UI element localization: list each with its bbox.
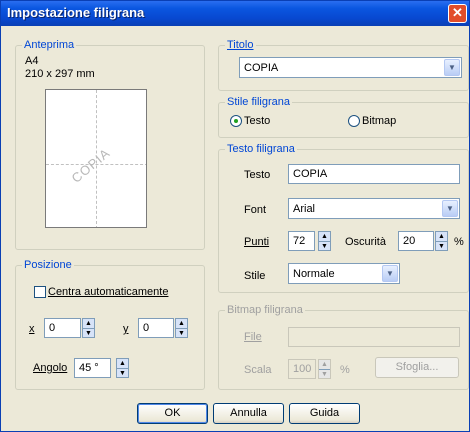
x-spinner[interactable]: ▲ ▼ xyxy=(82,318,95,338)
watermark-bitmap-group: Bitmap filigrana xyxy=(218,304,469,390)
x-input[interactable]: 0 xyxy=(44,318,81,338)
ok-button[interactable]: OK xyxy=(137,403,208,424)
scale-label: Scala xyxy=(244,364,272,376)
watermark-text-input[interactable]: COPIA xyxy=(288,164,460,184)
y-input[interactable]: 0 xyxy=(138,318,174,338)
chevron-down-icon[interactable]: ▼ xyxy=(382,265,398,282)
size-spinner[interactable]: ▲ ▼ xyxy=(318,231,331,251)
browse-button[interactable]: Sfoglia... xyxy=(375,357,459,378)
angle-input[interactable]: 45 ° xyxy=(74,358,111,378)
auto-center-label[interactable]: Centra automaticamente xyxy=(48,286,168,298)
bitmap-style-radio[interactable] xyxy=(348,115,360,127)
spin-down-icon: ▼ xyxy=(321,371,328,378)
watermark-text-legend: Testo filigrana xyxy=(225,143,297,155)
style-dropdown[interactable]: Normale ▼ xyxy=(288,263,400,284)
darkness-spinner[interactable]: ▲ ▼ xyxy=(435,231,448,251)
file-label: File xyxy=(244,331,262,343)
file-input[interactable] xyxy=(288,327,460,347)
size-input[interactable]: 72 xyxy=(288,231,315,251)
spin-up-icon: ▲ xyxy=(319,360,330,370)
spin-up-icon: ▲ xyxy=(176,319,187,329)
title-dropdown-value: COPIA xyxy=(244,62,279,74)
x-label: x xyxy=(29,323,35,335)
paper-size-label: A4 xyxy=(25,55,39,67)
cancel-button[interactable]: Annulla xyxy=(213,403,284,424)
spin-down-icon: ▼ xyxy=(85,330,92,337)
spin-up-icon: ▲ xyxy=(436,232,447,242)
title-dropdown[interactable]: COPIA ▼ xyxy=(239,57,462,78)
darkness-percent-label: % xyxy=(454,236,464,248)
style-dropdown-value: Normale xyxy=(293,268,335,280)
y-spinner[interactable]: ▲ ▼ xyxy=(175,318,188,338)
position-legend: Posizione xyxy=(22,259,74,271)
spin-down-icon: ▼ xyxy=(178,330,185,337)
watermark-settings-dialog: Impostazione filigrana ✕ Anteprima A4 21… xyxy=(0,0,470,432)
title-bar[interactable]: Impostazione filigrana ✕ xyxy=(1,1,469,26)
spin-down-icon: ▼ xyxy=(119,370,126,377)
auto-center-checkbox[interactable] xyxy=(34,286,46,298)
y-label: y xyxy=(123,323,129,335)
spin-up-icon: ▲ xyxy=(117,359,128,369)
darkness-label: Oscurità xyxy=(345,236,386,248)
close-icon: ✕ xyxy=(452,5,463,20)
scale-spinner[interactable]: ▲ ▼ xyxy=(318,359,331,379)
font-dropdown[interactable]: Arial ▼ xyxy=(288,198,460,219)
spin-up-icon: ▲ xyxy=(319,232,330,242)
paper-dimensions-label: 210 x 297 mm xyxy=(25,68,95,80)
scale-input[interactable]: 100 xyxy=(288,359,316,379)
text-style-label[interactable]: Testo xyxy=(244,115,270,127)
preview-watermark-text: COPIA xyxy=(68,145,113,186)
darkness-input[interactable]: 20 xyxy=(398,231,434,251)
angle-label: Angolo xyxy=(33,362,68,374)
watermark-bitmap-legend: Bitmap filigrana xyxy=(225,304,305,316)
spin-down-icon: ▼ xyxy=(438,243,445,250)
window-title: Impostazione filigrana xyxy=(7,5,145,20)
size-label: Punti xyxy=(244,236,270,248)
font-dropdown-value: Arial xyxy=(293,203,316,215)
page-preview: COPIA xyxy=(45,89,147,228)
angle-spinner[interactable]: ▲ ▼ xyxy=(116,358,129,378)
close-button[interactable]: ✕ xyxy=(448,4,467,23)
text-label: Testo xyxy=(244,169,271,181)
spin-down-icon: ▼ xyxy=(321,243,328,250)
font-label: Font xyxy=(244,204,267,216)
help-button[interactable]: Guida xyxy=(289,403,360,424)
title-legend: Titolo xyxy=(225,39,256,51)
text-style-radio[interactable] xyxy=(230,115,242,127)
spin-up-icon: ▲ xyxy=(83,319,94,329)
chevron-down-icon[interactable]: ▼ xyxy=(442,200,458,217)
bitmap-style-label[interactable]: Bitmap xyxy=(362,115,396,127)
style-label: Stile xyxy=(244,270,266,282)
chevron-down-icon[interactable]: ▼ xyxy=(444,59,460,76)
watermark-style-legend: Stile filigrana xyxy=(225,96,292,108)
preview-legend: Anteprima xyxy=(22,39,77,51)
scale-percent-label: % xyxy=(340,364,350,376)
